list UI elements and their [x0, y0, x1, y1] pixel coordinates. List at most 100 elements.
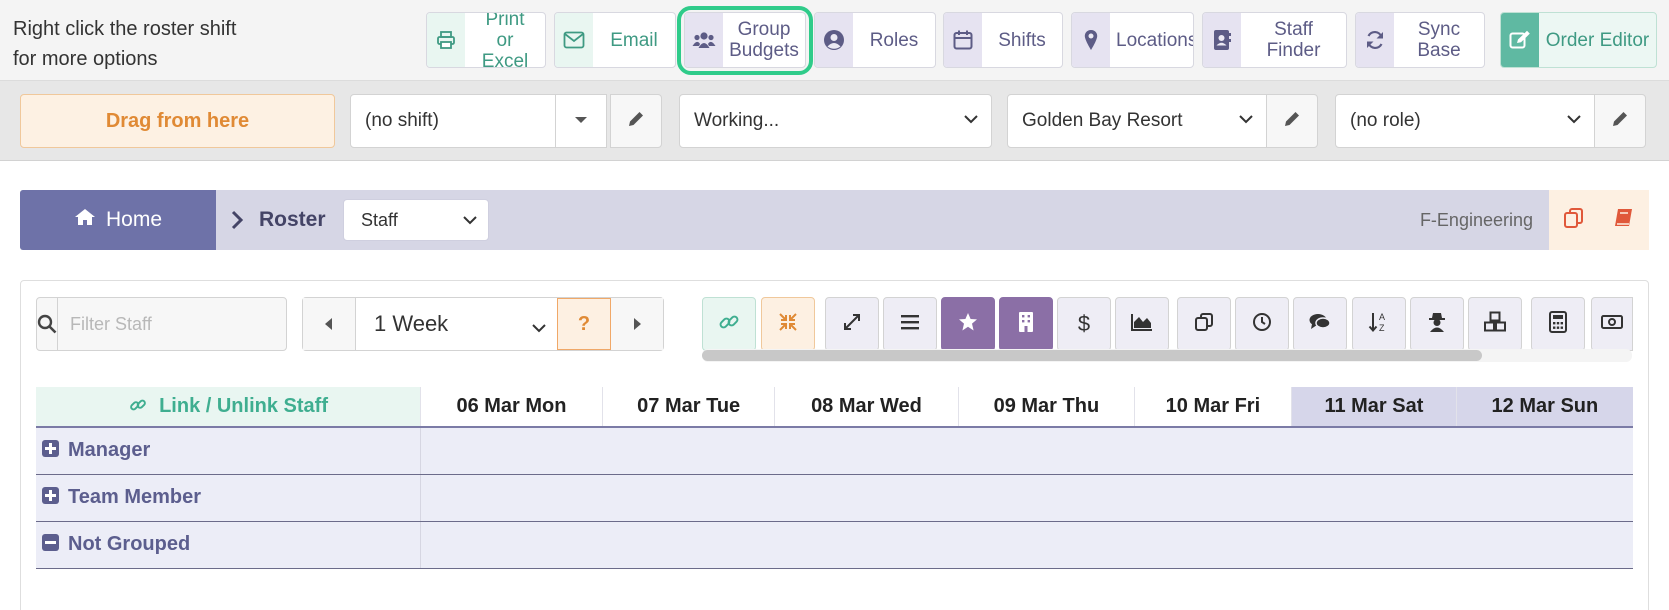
filter-staff-input[interactable] [58, 298, 302, 350]
money-button[interactable] [1591, 297, 1633, 351]
group-label-cell: Not Grouped [36, 521, 421, 569]
status-select[interactable]: Working... [679, 94, 992, 148]
home-link[interactable]: Home [20, 190, 216, 250]
chevron-down-icon [1238, 111, 1254, 133]
selector-bar: Drag from here (no shift) Working... Gol… [0, 80, 1669, 161]
comments-icon [1308, 312, 1332, 337]
toolbar-scrollbar-thumb[interactable] [702, 350, 1482, 361]
day-header-sat: 11 Mar Sat [1291, 387, 1457, 428]
print-excel-label: Print or Excel [481, 12, 529, 68]
calendar-icon [944, 13, 982, 67]
roster-crumb: Roster [259, 208, 326, 231]
users-icon [685, 13, 723, 67]
shrink-button[interactable] [761, 297, 815, 351]
location-select[interactable]: Golden Bay Resort [1007, 94, 1267, 148]
clock-icon [1252, 312, 1272, 337]
email-label: Email [610, 29, 658, 51]
star-icon [958, 312, 978, 337]
link-staff-button[interactable] [702, 297, 756, 351]
building-button[interactable] [999, 297, 1053, 351]
home-icon [74, 208, 96, 232]
sync-icon [1356, 13, 1394, 67]
period-select[interactable]: 1 Week [355, 298, 557, 350]
location-select-value: Golden Bay Resort [1022, 110, 1183, 131]
order-editor-button[interactable]: Order Editor [1500, 12, 1657, 68]
roster-panel: 1 Week ? [20, 280, 1649, 610]
group-span-cell [420, 521, 1633, 569]
drag-source[interactable]: Drag from here [20, 94, 335, 148]
caret-down-icon [574, 112, 588, 130]
incognito-button[interactable] [1410, 297, 1464, 351]
copy-icon[interactable] [1563, 207, 1585, 234]
shifts-button[interactable]: Shifts [943, 12, 1063, 68]
link-unlink-staff-header[interactable]: Link / Unlink Staff [36, 387, 420, 428]
pencil-icon [1283, 110, 1301, 133]
print-excel-button[interactable]: Print or Excel [426, 12, 546, 68]
group-label-cell: Team Member [36, 474, 421, 522]
day-header-tue: 07 Mar Tue [602, 387, 775, 428]
view-select[interactable]: Staff [343, 199, 489, 241]
breadcrumb: Home Roster Staff F-Engineering [20, 190, 1649, 250]
comments-button[interactable] [1293, 297, 1347, 351]
chevron-down-icon [531, 316, 547, 342]
copy-roster-button[interactable] [1177, 297, 1231, 351]
grid-header-row: Link / Unlink Staff 06 Mar Mon 07 Mar Tu… [36, 387, 1633, 428]
list-view-button[interactable] [883, 297, 937, 351]
printer-icon [427, 13, 465, 67]
expand-plus-icon[interactable] [42, 440, 59, 458]
group-label-cell: Manager [36, 427, 421, 475]
roster-hint: Right click the roster shift for more op… [13, 18, 237, 70]
search-icon [37, 298, 58, 350]
prev-week-button[interactable] [303, 298, 355, 350]
roles-label: Roles [869, 29, 919, 51]
calculator-button[interactable] [1531, 297, 1585, 351]
chart-button[interactable] [1115, 297, 1169, 351]
group-row-manager[interactable]: Manager [36, 427, 1633, 475]
map-pin-icon [1072, 13, 1110, 67]
group-budgets-button[interactable]: Group Budgets [684, 12, 806, 68]
email-button[interactable]: Email [554, 12, 676, 68]
book-icon[interactable] [1613, 207, 1635, 234]
roles-button[interactable]: Roles [814, 12, 936, 68]
svg-text:Z: Z [1379, 323, 1385, 333]
clock-button[interactable] [1235, 297, 1289, 351]
sort-alpha-icon: AZ [1368, 311, 1390, 338]
department-label: F-Engineering [1419, 209, 1533, 230]
day-header-sun: 12 Mar Sun [1455, 387, 1633, 428]
area-chart-icon [1130, 312, 1154, 337]
cubes-button[interactable] [1468, 297, 1522, 351]
building-icon [1018, 311, 1034, 338]
group-row-team-member[interactable]: Team Member [36, 474, 1633, 522]
expand-button[interactable] [825, 297, 879, 351]
collapse-minus-icon[interactable] [42, 534, 59, 551]
cost-button[interactable]: $ [1057, 297, 1111, 351]
shift-edit-button[interactable] [610, 94, 662, 148]
expand-plus-icon[interactable] [42, 487, 59, 504]
chevron-down-icon [1566, 111, 1582, 133]
group-span-cell [420, 427, 1633, 475]
sync-base-button[interactable]: Sync Base [1355, 12, 1485, 68]
favourites-button[interactable] [941, 297, 995, 351]
bars-icon [901, 314, 919, 335]
staff-finder-button[interactable]: Staff Finder [1202, 12, 1347, 68]
next-week-button[interactable] [611, 298, 663, 350]
copy-icon [1194, 312, 1214, 337]
help-button[interactable]: ? [557, 298, 611, 350]
group-name: Team Member [68, 486, 202, 508]
sort-button[interactable]: AZ [1352, 297, 1406, 351]
role-edit-button[interactable] [1594, 94, 1646, 148]
shift-dropdown-button[interactable] [555, 94, 607, 148]
top-toolbar: Right click the roster shift for more op… [0, 0, 1669, 80]
home-label: Home [105, 208, 163, 231]
link-unlink-label: Link / Unlink Staff [159, 395, 328, 417]
group-row-not-grouped[interactable]: Not Grouped [36, 521, 1633, 569]
role-select[interactable]: (no role) [1335, 94, 1595, 148]
shift-select[interactable]: (no shift) [350, 94, 556, 148]
cubes-icon [1483, 311, 1507, 338]
user-circle-icon [815, 13, 853, 67]
user-secret-icon [1427, 311, 1447, 338]
shifts-label: Shifts [998, 29, 1046, 51]
location-edit-button[interactable] [1266, 94, 1318, 148]
chevron-down-icon [462, 212, 478, 233]
locations-button[interactable]: Locations [1071, 12, 1194, 68]
